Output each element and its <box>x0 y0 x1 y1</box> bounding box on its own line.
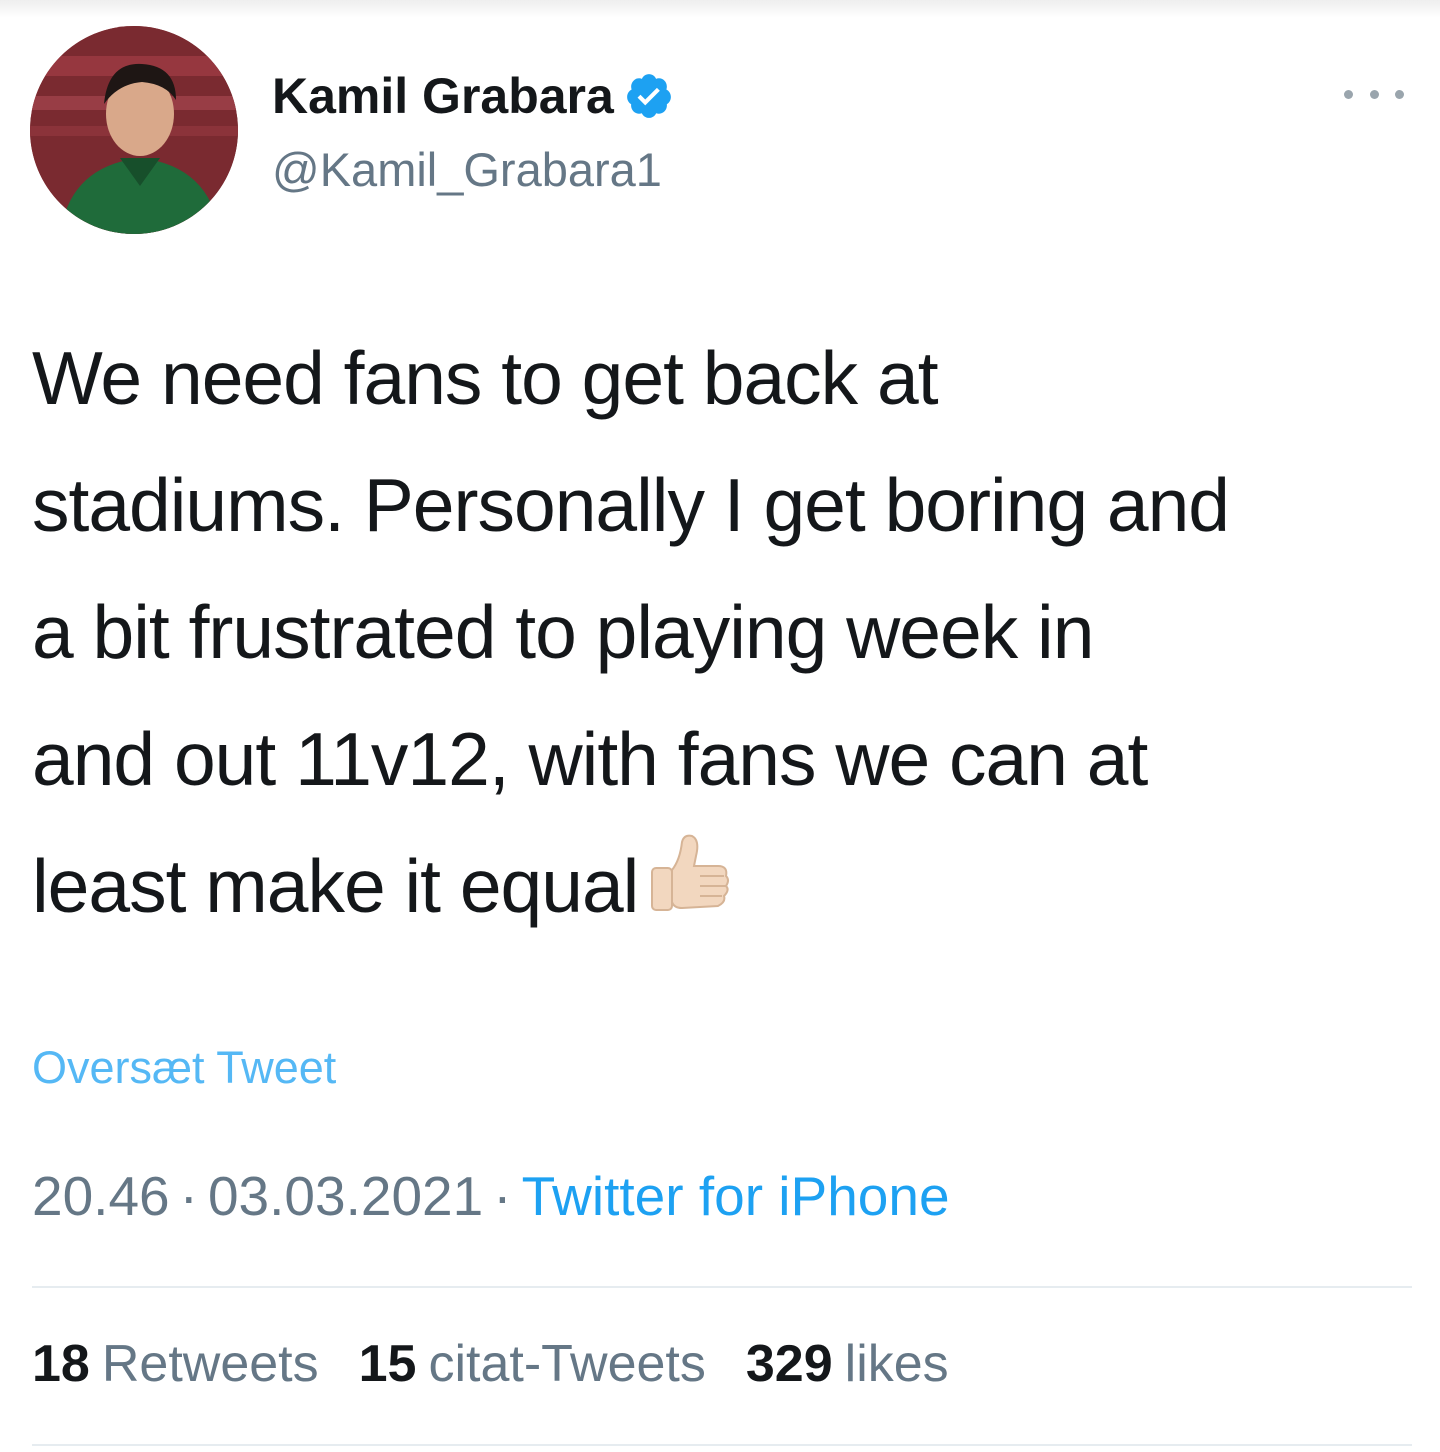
retweets-stat[interactable]: 18 Retweets <box>32 1334 319 1394</box>
tweet-line: a bit frustrated to playing week in <box>32 590 1094 674</box>
more-dot <box>1395 89 1404 99</box>
more-dot <box>1369 89 1379 99</box>
quote-tweets-label: citat-Tweets <box>428 1335 706 1393</box>
thumbs-up-emoji-icon <box>642 830 734 922</box>
quote-tweets-count: 15 <box>358 1335 417 1393</box>
divider <box>32 1286 1412 1288</box>
tweet-line: stadiums. Personally I get boring and <box>32 463 1230 547</box>
tweet-time[interactable]: 20.46 <box>32 1165 170 1227</box>
likes-stat[interactable]: 329 likes <box>746 1334 949 1394</box>
tweet-source-link[interactable]: Twitter for iPhone <box>522 1165 950 1227</box>
tweet-line: and out 11v12, with fans we can at <box>32 717 1148 801</box>
translate-tweet-link[interactable]: Oversæt Tweet <box>32 1042 336 1094</box>
tweet-stats: 18 Retweets 15 citat-Tweets 329 likes <box>32 1334 949 1394</box>
display-name-row: Kamil Grabara <box>272 64 674 128</box>
tweet-line: We need fans to get back at <box>32 336 939 420</box>
more-options-icon[interactable] <box>1344 82 1404 106</box>
verified-badge-icon <box>624 71 674 121</box>
divider <box>32 1444 1412 1446</box>
avatar-photo <box>30 26 238 234</box>
user-handle[interactable]: @Kamil_Grabara1 <box>272 142 662 197</box>
avatar[interactable] <box>30 26 238 234</box>
top-shade <box>0 0 1440 18</box>
quote-tweets-stat[interactable]: 15 citat-Tweets <box>359 1334 706 1394</box>
likes-count: 329 <box>745 1335 833 1393</box>
retweets-count: 18 <box>32 1335 90 1393</box>
meta-separator: · <box>493 1165 512 1227</box>
meta-separator: · <box>179 1165 198 1227</box>
likes-label: likes <box>844 1335 949 1393</box>
retweets-label: Retweets <box>101 1335 319 1393</box>
tweet-text: We need fans to get back at stadiums. Pe… <box>32 315 1422 950</box>
tweet-date[interactable]: 03.03.2021 <box>208 1165 483 1227</box>
tweet-meta: 20.46 · 03.03.2021 · Twitter for iPhone <box>32 1164 950 1228</box>
tweet-card: Kamil Grabara @Kamil_Grabara1 We need fa… <box>0 0 1440 1452</box>
tweet-line: least make it equal <box>32 844 639 928</box>
more-dot <box>1344 89 1353 99</box>
display-name[interactable]: Kamil Grabara <box>272 67 614 125</box>
